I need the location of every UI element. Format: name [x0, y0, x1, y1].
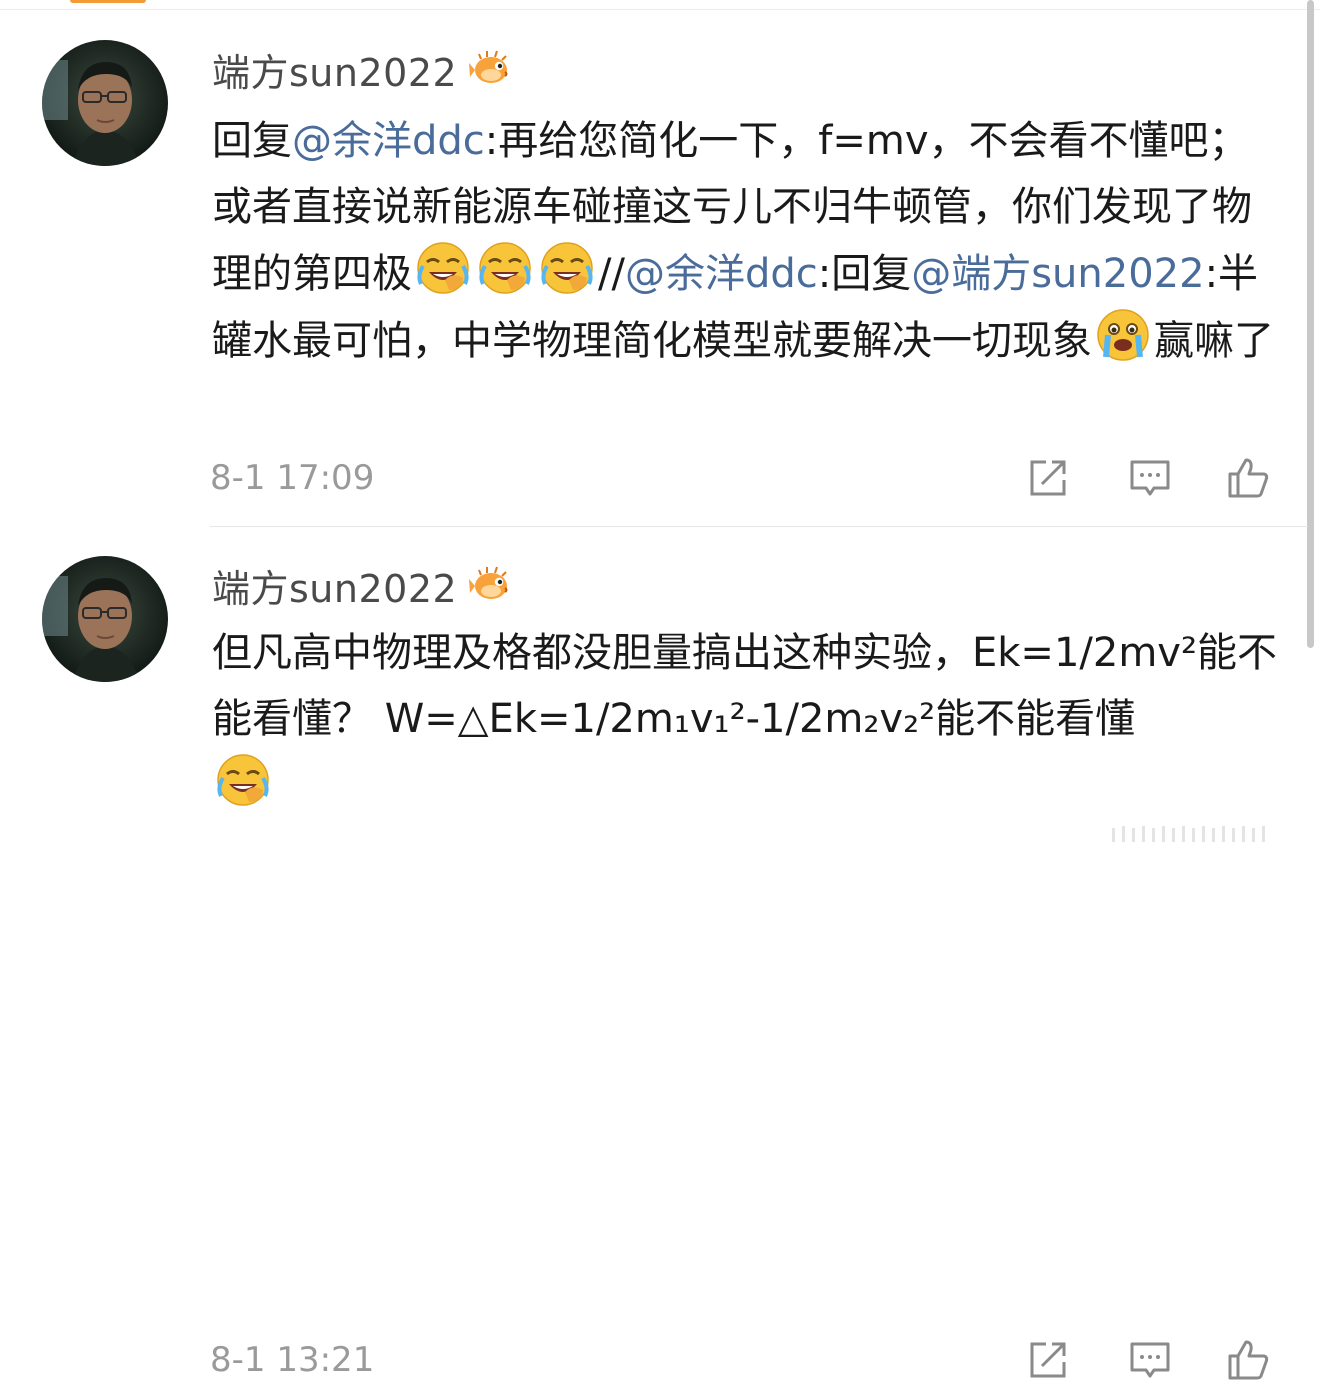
pufferfish-badge-icon: [469, 49, 513, 89]
laugh-cry-emoji: [215, 752, 271, 808]
comment-icon[interactable]: [1128, 1338, 1172, 1382]
comment-meta: 8-1 17:09: [210, 454, 1280, 502]
avatar[interactable]: [42, 556, 168, 682]
thumbs-up-icon[interactable]: [1226, 1338, 1270, 1382]
thumbs-up-icon[interactable]: [1226, 456, 1270, 500]
laugh-cry-emoji: [415, 240, 471, 296]
pufferfish-badge-icon: [469, 565, 513, 605]
mention-link[interactable]: @端方sun2022: [911, 251, 1204, 297]
mention-link[interactable]: @余洋ddc: [292, 118, 485, 164]
watermark-bars: [1112, 826, 1265, 842]
username[interactable]: 端方sun2022: [212, 42, 457, 97]
username[interactable]: 端方sun2022: [212, 558, 457, 613]
crying-emoji: [1095, 307, 1151, 363]
comment-text: 回复: [212, 118, 292, 164]
scrollbar-thumb[interactable]: [1307, 0, 1314, 648]
avatar[interactable]: [42, 40, 168, 166]
comment-text: 赢嘛了: [1154, 318, 1274, 364]
share-icon[interactable]: [1026, 1338, 1070, 1382]
comment-icon[interactable]: [1128, 456, 1172, 500]
comment-meta: 8-1 13:21: [210, 1336, 1280, 1384]
top-divider: [0, 9, 1320, 10]
comment-body: 但凡高中物理及格都没胆量搞出这种实验，Ek=1/2mv²能不能看懂？ W=△Ek…: [212, 620, 1282, 819]
comment-header: 端方sun2022: [212, 556, 513, 614]
comment-text: 但凡高中物理及格都没胆量搞出这种实验，Ek=1/2mv²能不能看懂？ W=△Ek…: [212, 630, 1277, 742]
comment-text: //: [598, 251, 625, 297]
comment-header: 端方sun2022: [212, 40, 513, 98]
comment-body: 回复@余洋ddc:再给您简化一下，f=mv，不会看不懂吧； 或者直接说新能源车碰…: [212, 108, 1282, 374]
share-icon[interactable]: [1026, 456, 1070, 500]
laugh-cry-emoji: [539, 240, 595, 296]
timestamp: 8-1 13:21: [210, 1340, 375, 1380]
comment-divider: [210, 526, 1308, 527]
top-tab-indicator: [70, 0, 146, 3]
comment-text: :回复: [817, 251, 912, 297]
laugh-cry-emoji: [477, 240, 533, 296]
mention-link[interactable]: @余洋ddc: [625, 251, 818, 297]
timestamp: 8-1 17:09: [210, 458, 375, 498]
